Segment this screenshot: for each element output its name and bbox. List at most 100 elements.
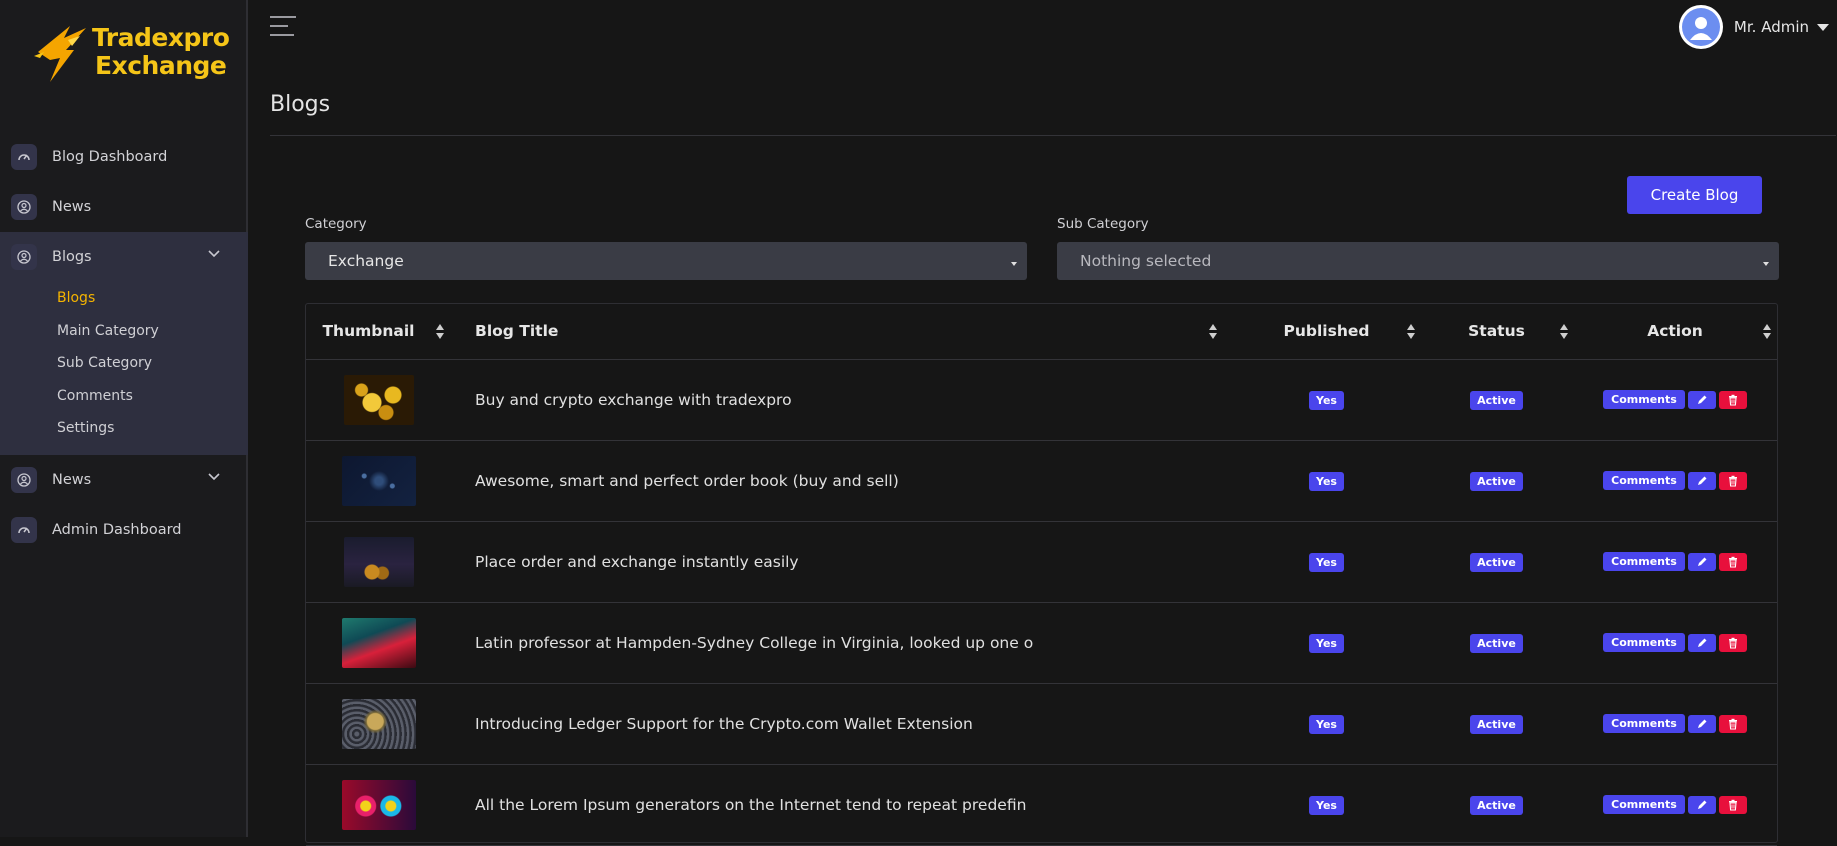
- edit-button[interactable]: [1687, 552, 1716, 571]
- thumbnail-image[interactable]: [341, 617, 416, 668]
- comments-button[interactable]: Comments: [1603, 390, 1685, 409]
- edit-button[interactable]: [1687, 795, 1716, 814]
- speedometer-icon: [11, 144, 37, 170]
- thumbnail-image[interactable]: [341, 779, 416, 830]
- delete-button[interactable]: [1718, 714, 1747, 733]
- sidebar-item-admin-dashboard[interactable]: Admin Dashboard: [0, 505, 248, 555]
- pencil-icon: [1697, 719, 1707, 728]
- chevron-down-icon: [208, 250, 220, 258]
- trash-icon: [1728, 556, 1737, 568]
- column-header-action[interactable]: Action: [1573, 304, 1777, 360]
- status-badge: Active: [1470, 795, 1523, 815]
- comments-button[interactable]: Comments: [1603, 552, 1685, 571]
- subcategory-select-value: Nothing selected: [1080, 252, 1212, 270]
- user-icon: [1689, 17, 1712, 40]
- caret-down-icon: [1011, 262, 1017, 266]
- column-label: Blog Title: [475, 322, 559, 341]
- thumbnail-image[interactable]: [341, 698, 416, 749]
- table-row: Awesome, smart and perfect order book (b…: [306, 440, 1777, 522]
- create-blog-button[interactable]: Create Blog: [1627, 176, 1762, 214]
- sidebar-item-label: Blogs: [52, 249, 92, 265]
- table-header: Thumbnail Blog Title Published Status Ac…: [306, 304, 1777, 360]
- published-badge: Yes: [1309, 552, 1344, 572]
- category-select[interactable]: Exchange: [305, 242, 1027, 280]
- sidebar-item-blogs[interactable]: Blogs: [0, 232, 248, 282]
- submenu-sub-category[interactable]: Sub Category: [57, 355, 152, 371]
- sort-icon[interactable]: [1407, 324, 1415, 340]
- submenu-blogs[interactable]: Blogs: [57, 290, 95, 306]
- subcategory-label: Sub Category: [1057, 216, 1149, 232]
- sort-icon[interactable]: [1209, 324, 1217, 340]
- sort-icon[interactable]: [436, 324, 444, 340]
- speedometer-icon: [11, 517, 37, 543]
- sort-icon[interactable]: [1763, 324, 1771, 340]
- thumbnail-image[interactable]: [343, 374, 414, 425]
- submenu-comments[interactable]: Comments: [57, 388, 133, 404]
- page-title: Blogs: [270, 92, 331, 117]
- user-circle-icon: [11, 467, 37, 493]
- blogs-table: Thumbnail Blog Title Published Status Ac…: [305, 303, 1778, 846]
- delete-button[interactable]: [1718, 471, 1747, 490]
- column-label: Action: [1647, 322, 1703, 341]
- lightning-logo-icon: [34, 26, 86, 82]
- sidebar-group-blogs: Blogs Blogs Main Category Sub Category C…: [0, 232, 248, 455]
- sidebar-item-label: News: [52, 199, 92, 215]
- comments-button[interactable]: Comments: [1603, 795, 1685, 814]
- delete-button[interactable]: [1718, 552, 1747, 571]
- blog-title: Latin professor at Hampden-Sydney Colleg…: [451, 602, 1233, 684]
- chevron-down-icon: [208, 473, 220, 481]
- published-badge: Yes: [1309, 633, 1344, 653]
- blog-title: All the Lorem Ipsum generators on the In…: [451, 764, 1233, 846]
- caret-down-icon: [1763, 262, 1769, 266]
- comments-button[interactable]: Comments: [1603, 471, 1685, 490]
- published-badge: Yes: [1309, 714, 1344, 734]
- delete-button[interactable]: [1718, 795, 1747, 814]
- sidebar-item-label: News: [52, 472, 92, 488]
- sidebar-item-news-2[interactable]: News: [0, 455, 248, 505]
- submenu-main-category[interactable]: Main Category: [57, 323, 159, 339]
- edit-button[interactable]: [1687, 633, 1716, 652]
- subcategory-select[interactable]: Nothing selected: [1057, 242, 1779, 280]
- comments-button[interactable]: Comments: [1603, 714, 1685, 733]
- published-badge: Yes: [1309, 471, 1344, 491]
- delete-button[interactable]: [1718, 390, 1747, 409]
- column-header-blog-title[interactable]: Blog Title: [451, 304, 1233, 360]
- column-header-status[interactable]: Status: [1420, 304, 1573, 360]
- brand-name: Tradexpro Exchange: [92, 24, 230, 80]
- thumbnail-image[interactable]: [341, 455, 416, 506]
- user-name: Mr. Admin: [1733, 18, 1809, 36]
- table-row: Introducing Ledger Support for the Crypt…: [306, 683, 1777, 765]
- edit-button[interactable]: [1687, 471, 1716, 490]
- sidebar: Tradexpro Exchange Blog Dashboard News B…: [0, 0, 248, 837]
- sidebar-item-blog-dashboard[interactable]: Blog Dashboard: [0, 132, 248, 182]
- divider: [270, 135, 1836, 136]
- status-badge: Active: [1470, 390, 1523, 410]
- column-header-thumbnail[interactable]: Thumbnail: [306, 304, 451, 360]
- edit-button[interactable]: [1687, 390, 1716, 409]
- sidebar-item-news[interactable]: News: [0, 182, 248, 232]
- user-menu[interactable]: Mr. Admin: [1678, 4, 1829, 50]
- delete-button[interactable]: [1718, 633, 1747, 652]
- pencil-icon: [1697, 638, 1707, 647]
- submenu-settings[interactable]: Settings: [57, 420, 114, 436]
- table-row: Buy and crypto exchange with tradexpro Y…: [306, 359, 1777, 441]
- sort-icon[interactable]: [1560, 324, 1568, 340]
- category-select-value: Exchange: [328, 252, 404, 270]
- comments-button[interactable]: Comments: [1603, 633, 1685, 652]
- trash-icon: [1728, 475, 1737, 487]
- brand-logo[interactable]: Tradexpro Exchange: [30, 22, 230, 86]
- pencil-icon: [1697, 800, 1707, 809]
- table-row: Latin professor at Hampden-Sydney Colleg…: [306, 602, 1777, 684]
- trash-icon: [1728, 637, 1737, 649]
- column-label: Status: [1468, 322, 1525, 341]
- edit-button[interactable]: [1687, 714, 1716, 733]
- pencil-icon: [1697, 476, 1707, 485]
- avatar: [1678, 5, 1723, 49]
- thumbnail-image[interactable]: [343, 536, 414, 587]
- sidebar-item-label: Blog Dashboard: [52, 149, 168, 165]
- hamburger-menu-icon[interactable]: [270, 16, 296, 38]
- sidebar-item-label: Admin Dashboard: [52, 522, 182, 538]
- status-badge: Active: [1470, 552, 1523, 572]
- column-header-published[interactable]: Published: [1233, 304, 1420, 360]
- table-row: All the Lorem Ipsum generators on the In…: [306, 764, 1777, 846]
